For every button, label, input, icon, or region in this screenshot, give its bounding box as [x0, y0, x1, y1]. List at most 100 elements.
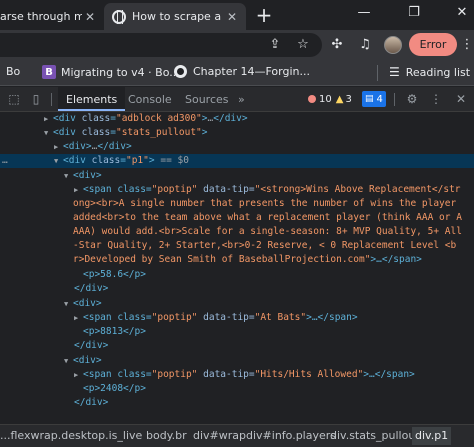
bookmark-star-icon[interactable]: ☆	[294, 37, 312, 53]
warning-icon: ▲	[335, 93, 344, 105]
warning-count: 3	[345, 93, 352, 105]
breadcrumb: ...flexwrap.desktop.is_live body.br div#…	[0, 424, 474, 447]
error-button[interactable]: Error	[409, 33, 457, 56]
browser-toolbar: ⇪ ☆ ✣ ♫	[0, 30, 474, 60]
globe-icon	[174, 65, 187, 78]
collapse-arrow-icon[interactable]: ▼	[44, 126, 53, 140]
tree-node[interactable]: <p>8813</p>	[0, 325, 474, 339]
more-tabs-icon[interactable]: »	[230, 87, 253, 111]
inspect-icon[interactable]: ⬚	[6, 92, 22, 106]
bookmark-item[interactable]: B Migrating to v4 · Bo...	[42, 65, 180, 79]
address-bar[interactable]: ⇪ ☆	[0, 33, 322, 57]
tree-node[interactable]: ▼ <div class="stats_pullout">	[0, 126, 474, 140]
reading-list-button[interactable]: ☰ Reading list	[389, 65, 470, 79]
tree-node[interactable]: ▼ <div>	[0, 354, 474, 368]
close-icon[interactable]: ✕	[224, 10, 240, 24]
close-tag: </div>	[97, 141, 132, 152]
globe-icon	[112, 9, 126, 24]
tree-node[interactable]: ▶ <div class="adblock ad300">…</div>	[0, 112, 474, 126]
bootstrap-icon: B	[42, 65, 56, 79]
tab-1[interactable]: arse through mul ✕	[0, 3, 104, 30]
expand-arrow-icon[interactable]: ▶	[74, 311, 83, 325]
tab-elements[interactable]: Elements	[58, 87, 126, 111]
node-actions-icon[interactable]: …	[0, 154, 54, 168]
attr-value: "poptip"	[151, 312, 198, 323]
bookmark-label: Chapter 14—Forgin...	[193, 65, 310, 78]
bookmark-item[interactable]: Bo	[6, 65, 20, 78]
issues-counter[interactable]: 10 ▲ 3	[305, 91, 355, 107]
attr-value: "stats_pullout"	[115, 127, 202, 138]
open-tag: <div>	[63, 141, 92, 152]
attr-value: "Hits/Hits Allowed"	[254, 369, 364, 380]
bookmark-item[interactable]: Chapter 14—Forgin...	[174, 65, 310, 78]
menu-icon[interactable]: ⋮	[458, 37, 474, 53]
breadcrumb-item-current[interactable]: div.p1	[412, 427, 452, 445]
tree-node[interactable]: ▼ <div>	[0, 297, 474, 311]
collapse-arrow-icon[interactable]: ▼	[64, 297, 73, 311]
breadcrumb-item[interactable]: div#wrap	[193, 429, 246, 442]
close-devtools-icon[interactable]: ✕	[453, 92, 469, 106]
tree-node[interactable]: ▶ <span class="poptip" data-tip="Hits/Hit…	[0, 368, 474, 382]
new-tab-button[interactable]: +	[254, 3, 274, 27]
media-control-icon[interactable]: ♫	[356, 37, 374, 53]
expand-arrow-icon[interactable]: ▶	[54, 140, 63, 154]
tab-2[interactable]: How to scrape a w ✕	[104, 3, 246, 30]
paragraph-node: <p>2408</p>	[83, 383, 146, 394]
tree-node[interactable]: ▼ <div>	[0, 169, 474, 183]
paragraph-node: <p>8813</p>	[83, 326, 146, 337]
expand-arrow-icon[interactable]: ▶	[74, 183, 83, 197]
tab-sources[interactable]: Sources	[177, 87, 237, 111]
open-tag: <div>	[73, 170, 102, 181]
attr-value-continued: r>Developed by Sean Smith of BaseballPro…	[0, 253, 474, 267]
breadcrumb-item[interactable]: body.br	[146, 429, 187, 442]
tree-node[interactable]: </div>	[0, 282, 474, 296]
breadcrumb-item[interactable]: ...flexwrap.desktop.is_live	[0, 429, 142, 442]
attr-name: data-tip=	[197, 369, 255, 380]
attr-name: class	[81, 127, 111, 138]
attr-name: class	[81, 113, 111, 124]
node-tag: div	[68, 155, 86, 166]
collapse-arrow-icon[interactable]: ▼	[54, 154, 63, 168]
breadcrumb-item[interactable]: div#info.players	[246, 429, 336, 442]
tree-node[interactable]: <p>2408</p>	[0, 382, 474, 396]
collapse-arrow-icon[interactable]: ▼	[64, 169, 73, 183]
open-tag: <div>	[73, 298, 102, 309]
breadcrumb-item[interactable]: div.stats_pullout	[330, 429, 420, 442]
attr-value-continued: -Star Quality, 2+ Starter,<br>0-2 Reserv…	[73, 240, 457, 251]
paragraph-node: <p>58.6</p>	[83, 269, 146, 280]
tree-node[interactable]: <p>58.6</p>	[0, 268, 474, 282]
node-tag: div	[58, 113, 76, 124]
tab-console[interactable]: Console	[120, 87, 180, 111]
restore-icon[interactable]: ❐	[404, 5, 424, 20]
selected-tree-node[interactable]: … ▼ <div class="p1"> == $0	[0, 154, 474, 168]
reading-list-label: Reading list	[405, 65, 471, 79]
attr-value: "p1"	[125, 155, 149, 166]
tree-node[interactable]: </div>	[0, 396, 474, 410]
tree-node[interactable]: ▶ <span class="poptip" data-tip="At Bats"…	[0, 311, 474, 325]
profile-avatar[interactable]	[384, 36, 402, 54]
tree-node[interactable]: ▶ <span class="poptip" data-tip="<strong>…	[0, 183, 474, 197]
tree-node[interactable]: ▶ <div>…</div>	[0, 140, 474, 154]
info-counter[interactable]: ▤ 4	[362, 91, 386, 107]
close-tag: </div>	[74, 283, 109, 294]
tab-2-title: How to scrape a w	[132, 10, 224, 23]
message-icon: ▤	[365, 94, 374, 104]
extensions-icon[interactable]: ✣	[328, 37, 346, 53]
elements-tree[interactable]: ▶ <div class="adblock ad300">…</div> ▼ <di…	[0, 112, 474, 424]
close-window-icon[interactable]: ✕	[452, 5, 472, 20]
info-count: 4	[376, 93, 383, 105]
attr-value-continued: added<br>to the team above what a replac…	[73, 212, 462, 223]
share-icon[interactable]: ⇪	[266, 37, 284, 53]
tree-node[interactable]: </div>	[0, 339, 474, 353]
more-options-icon[interactable]: ⋮	[428, 92, 444, 106]
settings-gear-icon[interactable]: ⚙	[404, 92, 420, 106]
node-tag: div	[58, 127, 76, 138]
close-icon[interactable]: ✕	[82, 10, 98, 24]
close-tag: </div>	[74, 397, 109, 408]
open-tag: <span class=	[83, 184, 152, 195]
device-toolbar-icon[interactable]: ▯	[28, 92, 44, 106]
collapse-arrow-icon[interactable]: ▼	[64, 354, 73, 368]
expand-arrow-icon[interactable]: ▶	[74, 368, 83, 382]
minimize-icon[interactable]: —	[354, 5, 374, 20]
expand-arrow-icon[interactable]: ▶	[44, 112, 53, 126]
